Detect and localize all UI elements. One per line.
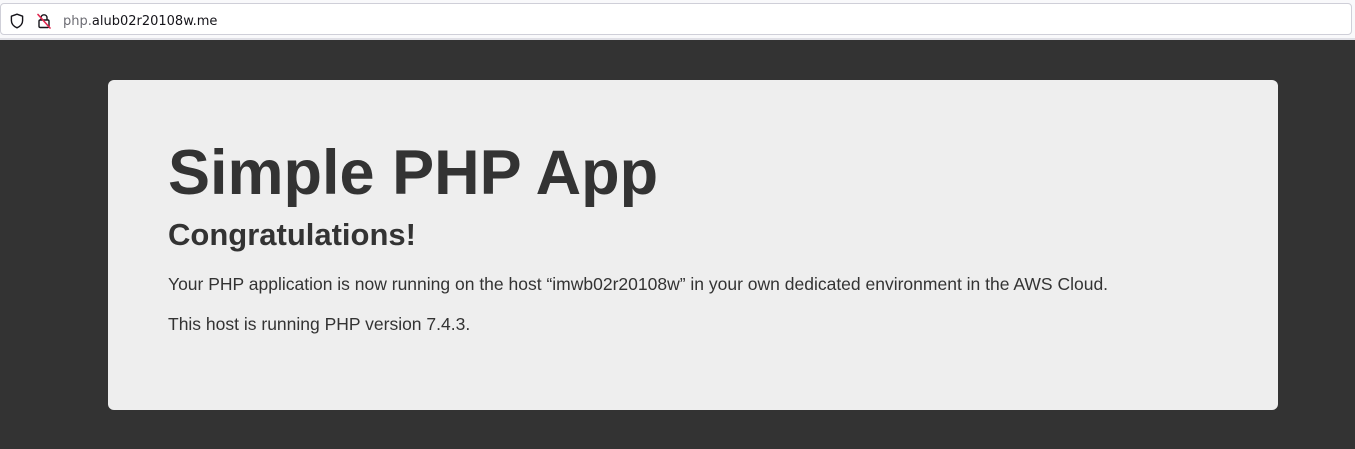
- url-text[interactable]: php.alub02r20108w.me: [63, 14, 217, 30]
- insecure-lock-icon[interactable]: [36, 13, 52, 29]
- host-paragraph: Your PHP application is now running on t…: [168, 274, 1109, 294]
- url-subdomain: php.: [63, 14, 92, 29]
- url-domain: alub02r20108w.me: [91, 14, 218, 29]
- page-title: Simple PHP App: [168, 138, 659, 208]
- browser-toolbar: php.alub02r20108w.me: [0, 0, 1355, 40]
- shield-icon[interactable]: [9, 13, 25, 29]
- toolbar-divider: [0, 38, 1355, 40]
- congratulations-heading: Congratulations!: [168, 217, 416, 252]
- php-version-paragraph: This host is running PHP version 7.4.3.: [168, 314, 471, 334]
- address-bar[interactable]: php.alub02r20108w.me: [0, 3, 1352, 35]
- jumbotron-panel: Simple PHP App Congratulations! Your PHP…: [108, 80, 1278, 410]
